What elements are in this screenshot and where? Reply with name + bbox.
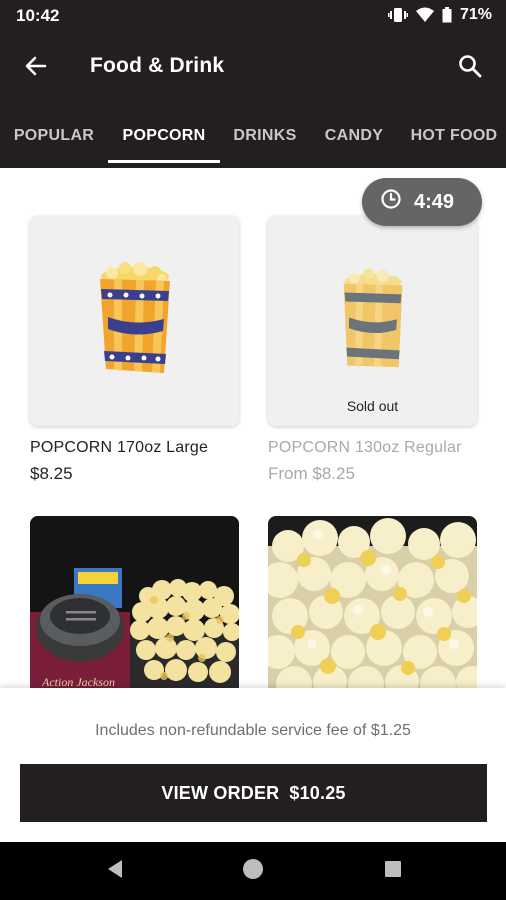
search-icon xyxy=(458,54,482,83)
nav-back-button[interactable] xyxy=(100,856,130,886)
item-name: POPCORN 170oz Large xyxy=(30,439,209,456)
box-text: Action Jackson xyxy=(41,675,115,688)
item-name: POPCORN 130oz Regular xyxy=(268,439,462,456)
tab-popular[interactable]: POPULAR xyxy=(4,104,104,168)
circle-home-icon xyxy=(241,857,265,886)
clock-icon xyxy=(380,188,402,216)
timer-value: 4:49 xyxy=(414,190,455,213)
tab-candy[interactable]: CANDY xyxy=(314,104,394,168)
product-card-regular-popcorn[interactable]: Sold out xyxy=(268,216,477,426)
status-time: 10:42 xyxy=(16,6,60,25)
service-fee-text: Includes non-refundable service fee of $… xyxy=(95,722,411,739)
popcorn-bag-image xyxy=(268,216,477,426)
order-timer: 4:49 xyxy=(362,178,482,226)
app-bar: Food & Drink xyxy=(0,32,506,104)
status-bar: 10:42 71% xyxy=(0,0,506,32)
item-price: $8.25 xyxy=(30,464,73,483)
triangle-back-icon xyxy=(106,859,124,884)
nav-home-button[interactable] xyxy=(238,856,268,886)
back-button[interactable] xyxy=(18,50,54,86)
order-summary-panel: Includes non-refundable service fee of $… xyxy=(0,688,506,842)
tab-hot-food[interactable]: HOT FOOD xyxy=(402,104,506,168)
arrow-left-icon xyxy=(25,55,47,82)
wifi-icon xyxy=(415,7,434,23)
view-order-label: VIEW ORDER xyxy=(161,782,280,803)
square-recents-icon xyxy=(383,859,403,884)
category-tabs: POPULAR POPCORN DRINKS CANDY HOT FOOD xyxy=(0,104,506,168)
product-card-large-popcorn[interactable] xyxy=(30,216,239,426)
battery-percent: 71% xyxy=(459,6,492,23)
order-total: $10.25 xyxy=(289,782,346,803)
page-title: Food & Drink xyxy=(90,54,225,77)
system-nav-bar xyxy=(0,842,506,900)
battery-icon xyxy=(442,7,452,23)
tab-drinks[interactable]: DRINKS xyxy=(224,104,306,168)
popcorn-bag-image xyxy=(30,216,239,426)
vibrate-icon xyxy=(387,7,408,23)
product-grid: POPCORN 170oz Large $8.25 Sold out POPCO… xyxy=(0,168,506,688)
search-button[interactable] xyxy=(452,50,488,86)
active-tab-indicator xyxy=(108,160,220,163)
popcorn-combo-photo[interactable]: Action Jackson xyxy=(30,516,239,688)
tab-popcorn[interactable]: POPCORN xyxy=(108,104,220,168)
sold-out-label: Sold out xyxy=(346,398,399,414)
popcorn-closeup-photo[interactable] xyxy=(268,516,477,688)
status-icons: 71% xyxy=(387,6,492,24)
item-price: From $8.25 xyxy=(268,464,355,483)
view-order-button[interactable]: VIEW ORDER $10.25 xyxy=(20,764,487,822)
nav-recents-button[interactable] xyxy=(378,856,408,886)
